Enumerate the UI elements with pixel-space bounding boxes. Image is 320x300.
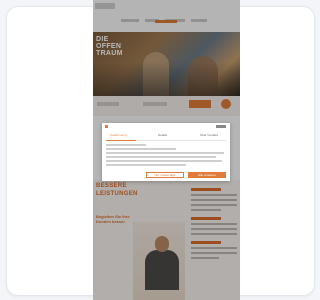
tab-about-cookies[interactable]: Über Cookies xyxy=(200,133,218,137)
tab-consent[interactable]: Zustimmung xyxy=(110,133,127,137)
cookie-consent-dialog: Zustimmung Details Über Cookies Nur notw… xyxy=(102,123,230,181)
cookiebot-brand-icon xyxy=(216,125,226,128)
consent-text xyxy=(106,144,226,168)
consent-tabs: Zustimmung Details Über Cookies xyxy=(108,133,224,139)
tab-details[interactable]: Details xyxy=(158,133,167,137)
necessary-only-button[interactable]: Nur notwendige xyxy=(146,172,184,178)
consent-logo-icon xyxy=(105,125,108,128)
allow-all-button[interactable]: Alle zulassen xyxy=(188,172,226,178)
